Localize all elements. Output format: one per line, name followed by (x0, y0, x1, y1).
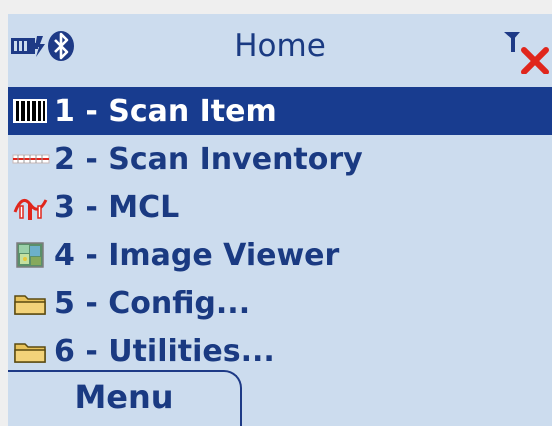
menu-item-image-viewer[interactable]: 4 - Image Viewer (8, 231, 552, 279)
menu-item-label: 5 - Config... (54, 285, 251, 321)
menu-item-label: 1 - Scan Item (54, 93, 277, 129)
mcl-icon (13, 198, 48, 220)
menu-item-config[interactable]: 5 - Config... (8, 279, 552, 327)
menu-softkey-button[interactable]: Menu (8, 370, 242, 426)
menu-item-mcl[interactable]: 3 - MCL (8, 183, 552, 231)
page-title: Home (234, 28, 326, 64)
menu-item-scan-inventory[interactable]: 2 - Scan Inventory (8, 135, 552, 183)
folder-icon (14, 343, 46, 363)
menu-item-scan-item[interactable]: 1 - Scan Item (8, 87, 552, 135)
image-icon (16, 242, 44, 268)
menu-item-label: 4 - Image Viewer (54, 237, 340, 273)
antenna-no-signal-icon (504, 32, 549, 74)
scanner-line-icon (12, 154, 50, 164)
menu-item-label: 6 - Utilities... (54, 333, 275, 369)
status-bar: Home (8, 14, 552, 76)
device-screen: Home 1 - Scan Item 2 - Scan Inventory 3 … (8, 14, 552, 426)
menu-item-label: 2 - Scan Inventory (54, 141, 363, 177)
main-menu-list: 1 - Scan Item 2 - Scan Inventory 3 - MCL… (8, 87, 552, 375)
menu-item-utilities[interactable]: 6 - Utilities... (8, 327, 552, 375)
menu-item-label: 3 - MCL (54, 189, 180, 225)
folder-icon (14, 295, 46, 315)
barcode-icon (13, 99, 47, 123)
